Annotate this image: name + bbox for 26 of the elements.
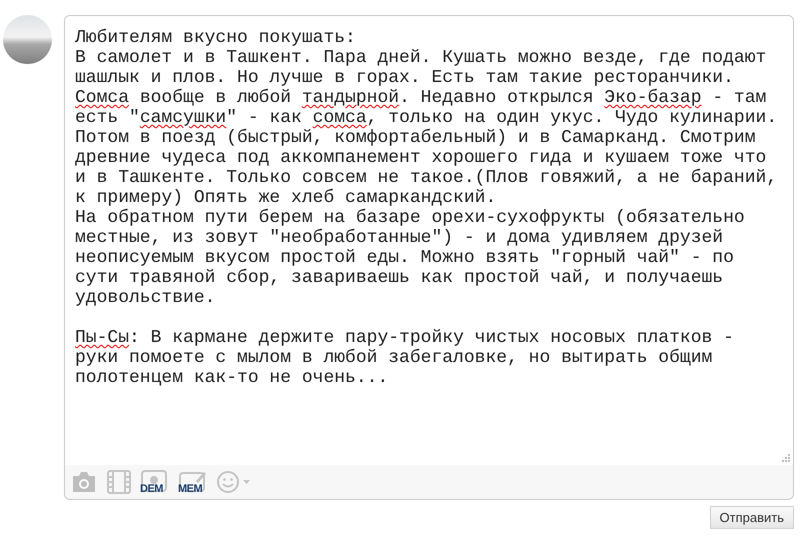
text-line: В самолет и в Ташкент. Пара дней. Кушать можно везде, где подают [75,48,768,68]
avatar-photo-placeholder [3,15,52,64]
text-line: и в Ташкенте. Только совсем не такое.(Плов говяжий, а не бараний, [75,168,778,188]
text-line: Сомса вообще в любой тандырной. Недавно открылся Эко-базар - там [75,88,768,108]
text-line: Потом в поезд (быстрый, комфортабельный) и в Самарканд. Смотрим [75,128,757,148]
text-line: На обратном пути берем на базаре орехи-сухофрукты (обязательно [75,208,746,228]
text-line: к примеру) Опять же хлеб самаркандский. [75,188,498,208]
demotivator-button[interactable]: DEM [141,470,169,494]
text-line: Пы-Сы: В кармане держите пару-тройку чистых носовых платков - [75,328,735,348]
text-line: удовольствие. [75,288,216,308]
camera-icon[interactable] [71,471,97,493]
text-line: шашлык и плов. Но лучше в горах. Есть там такие ресторанчики. [75,68,735,88]
comment-field[interactable] [64,15,794,500]
meme-button[interactable]: MEM [179,470,207,494]
text-line: руки помоете с мылом в любой забегаловке, но вытирать общим [75,348,714,368]
text-line: древние чудеса под аккомпанемент хорошего гида и кушаем тоже что [75,148,768,168]
resize-grip-icon[interactable] [782,454,790,462]
text-line: местные, из зовут "необработанные") - и дома удивляем друзей [75,228,724,248]
text-line: полотенцем как-то не очень... [75,368,390,388]
text-line: есть "самсушки" - как сомса, только на один укус. Чудо кулинарии. [75,108,778,128]
text-line: сути травяной сбор, завариваешь как простой чай, и получаешь [75,268,724,288]
smiley-dropdown-icon[interactable] [217,471,251,493]
text-line: Любителям вкусно покушать: [75,28,357,48]
text-line: неописуемым вкусом простой еды. Можно взять "горный чай" - по [75,248,735,268]
send-button[interactable]: Отправить [710,506,794,529]
film-icon[interactable] [107,470,131,494]
